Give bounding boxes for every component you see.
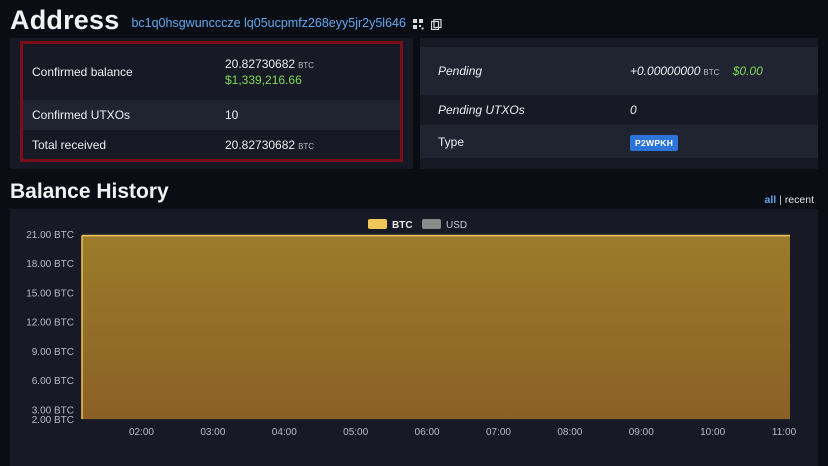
y-tick-label: 15.00 BTC	[26, 288, 74, 299]
confirmed-utxos-label: Confirmed UTXOs	[32, 108, 131, 122]
range-all-link[interactable]: all	[765, 194, 777, 206]
total-received-btc: 20.82730682	[225, 138, 296, 152]
total-received-value: 20.82730682 BTC	[225, 138, 314, 152]
confirmed-summary-panel: Confirmed balance 20.82730682 BTC $1,339,…	[10, 38, 413, 169]
legend-usd-swatch	[422, 219, 441, 229]
confirmed-balance-btc: 20.82730682	[225, 56, 296, 71]
pending-row: Pending +0.00000000 BTC $0.00	[420, 47, 818, 95]
confirmed-balance-row: Confirmed balance 20.82730682 BTC $1,339,…	[23, 44, 400, 100]
pending-utxos-value: 0	[630, 103, 637, 117]
btc-unit: BTC	[703, 68, 720, 77]
confirmed-utxos-row: Confirmed UTXOs 10	[23, 100, 400, 130]
x-tick-label: 02:00	[129, 427, 154, 438]
y-tick-label: 9.00 BTC	[32, 347, 74, 358]
x-tick-label: 10:00	[700, 427, 725, 438]
balance-history-svg: 21.00 BTC 18.00 BTC 15.00 BTC 12.00 BTC 9.00…	[26, 219, 797, 438]
btc-unit: BTC	[298, 142, 315, 151]
range-separator: |	[779, 194, 782, 206]
type-badge: P2WPKH	[630, 134, 679, 151]
highlight-box: Confirmed balance 20.82730682 BTC $1,339,…	[20, 41, 403, 162]
x-tick-label: 11:00	[772, 427, 797, 438]
pending-utxos-label: Pending UTXOs	[438, 103, 525, 117]
btc-unit: BTC	[298, 60, 315, 70]
x-tick-label: 04:00	[272, 427, 297, 438]
x-tick-label: 09:00	[629, 427, 654, 438]
y-tick-label: 2.00 BTC	[32, 415, 74, 426]
x-tick-label: 08:00	[557, 427, 582, 438]
legend-btc-swatch	[368, 219, 387, 229]
page-title: Address	[10, 4, 120, 35]
pending-utxos-row: Pending UTXOs 0	[420, 95, 818, 125]
pending-usd: $0.00	[732, 64, 763, 78]
pending-label: Pending	[438, 64, 483, 78]
confirmed-balance-value: 20.82730682 BTC $1,339,216.66	[225, 57, 314, 88]
y-tick-label: 6.00 BTC	[32, 376, 74, 387]
pending-value: +0.00000000 BTC $0.00	[630, 64, 763, 78]
type-row: Type P2WPKH	[420, 125, 818, 158]
range-recent-link[interactable]: recent	[785, 194, 814, 206]
range-selector: all | recent	[765, 194, 814, 206]
legend-btc-label: BTC	[392, 220, 413, 231]
pending-btc: +0.00000000	[630, 64, 701, 78]
x-tick-label: 05:00	[343, 427, 368, 438]
confirmed-balance-label: Confirmed balance	[32, 65, 133, 79]
y-tick-label: 21.00 BTC	[26, 230, 74, 241]
balance-history-chart: 21.00 BTC 18.00 BTC 15.00 BTC 12.00 BTC 9.00…	[10, 209, 818, 466]
y-tick-label: 12.00 BTC	[26, 318, 74, 329]
total-received-row: Total received 20.82730682 BTC	[23, 130, 400, 160]
type-value: P2WPKH	[630, 134, 679, 151]
qr-code-icon[interactable]	[412, 17, 424, 30]
x-tick-label: 07:00	[486, 427, 511, 438]
x-tick-label: 03:00	[200, 427, 225, 438]
btc-area	[82, 235, 790, 419]
address-link[interactable]: bc1q0hsgwuncccze lq05ucpmfz268eyy5jr2y5l…	[131, 16, 405, 30]
legend-usd-label: USD	[446, 220, 467, 231]
x-tick-label: 06:00	[415, 427, 440, 438]
confirmed-utxos-value: 10	[225, 108, 239, 122]
confirmed-balance-usd: $1,339,216.66	[225, 72, 302, 87]
balance-history-title: Balance History	[10, 180, 169, 203]
y-tick-label: 18.00 BTC	[26, 259, 74, 270]
page-header: Address bc1q0hsgwuncccze lq05ucpmfz268ey…	[10, 4, 442, 36]
copy-icon[interactable]	[430, 17, 442, 31]
type-label: Type	[438, 134, 465, 149]
pending-panel: Pending +0.00000000 BTC $0.00 Pending UTX…	[420, 38, 818, 169]
total-received-label: Total received	[32, 138, 107, 152]
